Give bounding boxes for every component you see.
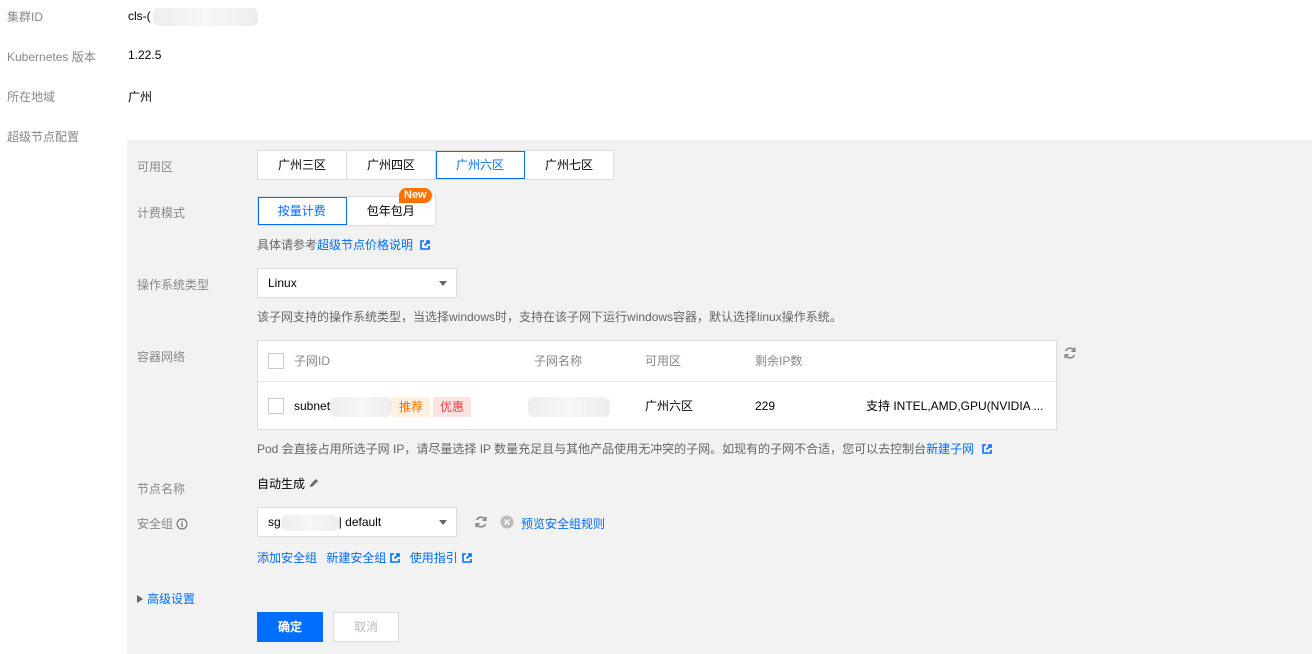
network-hint-text: Pod 会直接占用所选子网 IP，请尽量选择 IP 数量充足且与其他产品使用无冲…	[257, 442, 927, 456]
column-subnet-id: 子网ID	[294, 354, 331, 368]
redacted-blur	[280, 514, 339, 531]
k8s-version-label: Kubernetes 版本	[7, 50, 96, 64]
cluster-id-value: cls-(	[128, 8, 258, 26]
external-link-icon[interactable]	[461, 553, 472, 563]
region-label: 所在地域	[7, 90, 56, 104]
container-network-label: 容器网络	[137, 350, 186, 364]
region-value: 广州	[128, 90, 153, 104]
preview-sg-rules-link[interactable]: 预览安全组规则	[521, 515, 605, 532]
advanced-settings-label[interactable]: 高级设置	[147, 592, 195, 606]
security-group-select[interactable]: sg | default	[257, 507, 457, 537]
zone-option-gz6[interactable]: 广州六区	[436, 151, 525, 179]
column-subnet-name: 子网名称	[534, 354, 583, 368]
row-checkbox[interactable]	[268, 398, 284, 414]
chevron-down-icon	[439, 281, 447, 286]
billing-hint-text: 具体请参考	[257, 238, 318, 252]
support-cell: 支持 INTEL,AMD,GPU(NVIDIA ...	[866, 399, 1044, 413]
security-group-prefix: sg	[268, 515, 281, 529]
billing-label: 计费模式	[137, 206, 186, 220]
column-ip-count: 剩余IP数	[755, 354, 803, 368]
redacted-blur	[528, 396, 610, 417]
add-security-group-link[interactable]: 添加安全组	[257, 551, 317, 565]
refresh-icon[interactable]	[1063, 346, 1077, 360]
ip-count-cell: 229	[755, 399, 776, 413]
node-name-text: 自动生成	[257, 477, 306, 491]
security-group-suffix: | default	[338, 515, 382, 529]
cluster-id-label: 集群ID	[7, 10, 44, 24]
zone-option-gz7[interactable]: 广州七区	[525, 151, 613, 179]
chevron-down-icon	[439, 520, 447, 525]
billing-hint: 具体请参考超级节点价格说明	[257, 236, 431, 253]
create-subnet-link[interactable]: 新建子网	[926, 442, 974, 456]
security-group-links: 添加安全组 新建安全组 使用指引	[257, 549, 472, 566]
redacted-blur	[152, 8, 258, 26]
k8s-version-value: 1.22.5	[128, 48, 162, 62]
close-circle-icon	[500, 515, 514, 529]
table-row[interactable]: subnet 推荐 优惠 广州六区 229 支持 INTEL,AMD,GPU(NVI…	[258, 381, 1056, 429]
confirm-button[interactable]: 确定	[257, 612, 323, 642]
external-link-icon[interactable]	[390, 553, 401, 563]
zone-option-gz4[interactable]: 广州四区	[347, 151, 436, 179]
info-icon[interactable]	[176, 518, 188, 530]
cluster-id-text: cls-(	[128, 9, 151, 24]
caret-right-icon	[137, 595, 143, 603]
select-all-checkbox[interactable]	[268, 353, 284, 369]
new-badge: New	[399, 188, 432, 203]
zone-option-gz3[interactable]: 广州三区	[258, 151, 347, 179]
discount-tag: 优惠	[433, 396, 472, 417]
node-name-value: 自动生成	[257, 475, 320, 492]
price-doc-link[interactable]: 超级节点价格说明	[317, 238, 413, 252]
super-node-config-label: 超级节点配置	[7, 130, 80, 144]
os-type-label: 操作系统类型	[137, 278, 210, 292]
node-name-label: 节点名称	[137, 482, 186, 496]
zone-cell: 广州六区	[645, 399, 694, 413]
zone-label: 可用区	[137, 160, 174, 174]
billing-option-postpaid[interactable]: 按量计费	[258, 197, 347, 225]
os-type-value: Linux	[268, 276, 297, 290]
external-link-icon[interactable]	[420, 240, 431, 250]
subnet-id-cell: subnet 推荐 优惠	[294, 382, 472, 430]
security-group-label-text: 安全组	[137, 517, 174, 531]
external-link-icon[interactable]	[981, 444, 992, 454]
subnet-table: 子网ID 子网名称 可用区 剩余IP数 subnet 推荐 优惠 广州六区 229 …	[257, 340, 1057, 430]
new-security-group-link[interactable]: 新建安全组	[326, 551, 386, 565]
network-hint: Pod 会直接占用所选子网 IP，请尽量选择 IP 数量充足且与其他产品使用无冲…	[257, 440, 992, 457]
os-type-hint: 该子网支持的操作系统类型，当选择windows时，支持在该子网下运行window…	[257, 310, 842, 324]
advanced-settings-toggle[interactable]: 高级设置	[137, 590, 195, 607]
security-group-label: 安全组	[137, 515, 188, 532]
subnet-name-cell	[528, 382, 610, 430]
refresh-icon[interactable]	[474, 515, 488, 529]
os-type-select[interactable]: Linux	[257, 268, 457, 298]
subnet-id-text: subnet	[294, 399, 331, 413]
zone-selector: 广州三区 广州四区 广州六区 广州七区	[257, 150, 614, 180]
column-zone: 可用区	[645, 354, 682, 368]
redacted-blur	[330, 396, 393, 417]
edit-pencil-icon[interactable]	[308, 477, 320, 489]
recommend-tag: 推荐	[392, 396, 431, 417]
usage-guide-link[interactable]: 使用指引	[410, 551, 458, 565]
cancel-button[interactable]: 取消	[333, 612, 399, 642]
